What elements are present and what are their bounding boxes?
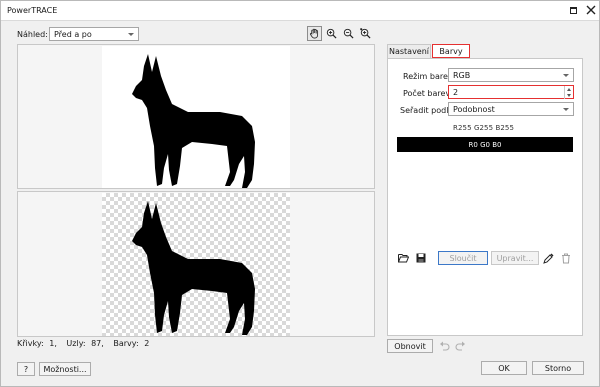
traced-image [102, 193, 290, 336]
swatch-white[interactable]: R255 G255 B255 [453, 124, 514, 132]
chevron-down-icon[interactable] [567, 94, 571, 97]
close-icon[interactable] [585, 4, 597, 16]
merge-button-label: Sloučit [449, 253, 477, 263]
nodes-value: 87, [91, 339, 104, 348]
original-image [102, 46, 290, 188]
title-bar: PowerTRACE [1, 1, 599, 21]
restore-button[interactable]: Obnovit [387, 339, 433, 353]
traced-preview-pane[interactable] [17, 191, 375, 337]
sort-by-select[interactable]: Podobnost [448, 102, 574, 116]
swatch-black[interactable]: R0 G0 B0 [397, 137, 573, 152]
chevron-down-icon [563, 74, 569, 77]
trace-stats: Křivky: 1, Uzly: 87, Barvy: 2 [17, 339, 152, 348]
zoom-fit-icon[interactable] [358, 26, 373, 41]
help-button[interactable]: ? [17, 362, 35, 376]
color-mode-select[interactable]: RGB [448, 68, 574, 82]
color-count-input[interactable]: 2 [448, 85, 574, 99]
window-title: PowerTRACE [7, 6, 58, 15]
swatch-black-label: R0 G0 B0 [468, 140, 502, 149]
chevron-down-icon [128, 33, 134, 36]
cancel-button[interactable]: Storno [532, 361, 584, 375]
original-preview-pane[interactable] [17, 44, 375, 189]
colors-label: Barvy: [113, 339, 139, 348]
colors-value: 2 [144, 339, 150, 348]
chevron-down-icon [563, 108, 569, 111]
trash-icon[interactable] [560, 252, 572, 264]
curves-label: Křivky: [17, 339, 44, 348]
tab-settings[interactable]: Nastavení [387, 44, 431, 58]
preview-label: Náhled: [17, 30, 48, 39]
undo-icon[interactable] [438, 340, 450, 352]
colors-panel [387, 58, 583, 336]
chevron-up-icon[interactable] [567, 88, 571, 91]
color-mode-value: RGB [453, 71, 471, 80]
edit-button[interactable]: Upravit... [491, 251, 539, 265]
pan-hand-icon[interactable] [307, 26, 322, 41]
sort-by-value: Podobnost [453, 105, 495, 114]
options-button[interactable]: Možnosti... [39, 362, 91, 376]
save-icon[interactable] [415, 252, 427, 264]
folder-open-icon[interactable] [397, 252, 409, 264]
preview-mode-value: Před a po [54, 30, 92, 39]
curves-value: 1, [49, 339, 57, 348]
eyedropper-icon[interactable] [542, 252, 554, 264]
zoom-in-icon[interactable] [324, 26, 339, 41]
redo-icon[interactable] [454, 340, 466, 352]
powertrace-dialog: PowerTRACE Náhled: Před a po Křivky: 1, … [0, 0, 600, 387]
tab-colors[interactable]: Barvy [432, 44, 470, 58]
merge-button[interactable]: Sloučit [438, 251, 488, 265]
zoom-out-icon[interactable] [341, 26, 356, 41]
preview-mode-select[interactable]: Před a po [49, 27, 139, 41]
color-count-stepper[interactable] [564, 86, 574, 99]
ok-button[interactable]: OK [481, 361, 527, 375]
color-count-value: 2 [453, 88, 459, 97]
color-count-label: Počet barev: [403, 89, 453, 98]
nodes-label: Uzly: [66, 339, 86, 348]
maximize-icon[interactable] [567, 4, 579, 16]
